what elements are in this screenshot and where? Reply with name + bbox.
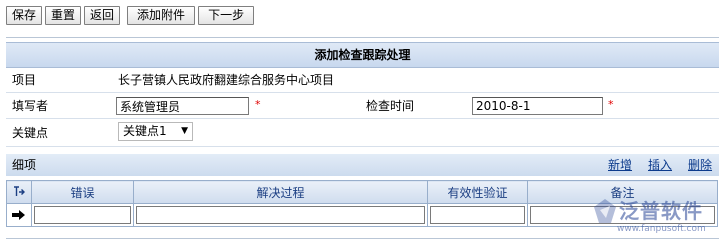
row-pointer-icon	[12, 210, 25, 220]
row-selector-header[interactable]	[6, 180, 32, 204]
project-value: 长子营镇人民政府翻建综合服务中心项目	[118, 73, 335, 87]
validation-cell	[427, 203, 528, 227]
form-title: 添加检查跟踪处理	[6, 42, 719, 68]
required-marker: *	[608, 98, 614, 111]
error-input[interactable]	[34, 206, 131, 224]
key-point-label: 关键点	[12, 126, 49, 140]
column-header-resolution: 解决过程	[133, 180, 428, 204]
filler-label: 填写者	[12, 99, 49, 113]
next-step-button[interactable]: 下一步	[198, 6, 255, 25]
details-label: 细项	[12, 158, 37, 172]
divider	[6, 37, 719, 38]
details-header: 细项 新增 插入 删除	[6, 154, 719, 176]
check-time-label: 检查时间	[366, 99, 415, 113]
key-point-row: 关键点 关键点1 ▼	[6, 120, 719, 147]
watermark-logo: 泛普软件 www.fanpusoft.com	[593, 198, 717, 240]
add-row-link[interactable]: 新增	[608, 154, 632, 176]
filler-row: 填写者 * 检查时间 *	[6, 94, 719, 119]
watermark-brand: 泛普软件	[619, 199, 703, 223]
save-button[interactable]: 保存	[6, 6, 43, 25]
watermark-url: www.fanpusoft.com	[617, 224, 706, 234]
chevron-down-icon: ▼	[181, 126, 188, 136]
current-row-indicator	[6, 203, 32, 227]
key-point-selected: 关键点1	[123, 124, 167, 138]
back-button[interactable]: 返回	[84, 6, 121, 25]
required-marker: *	[255, 98, 261, 111]
project-row: 项目 长子营镇人民政府翻建综合服务中心项目	[6, 68, 719, 93]
corner-arrow-icon	[14, 186, 25, 196]
project-label: 项目	[12, 73, 37, 87]
insert-row-link[interactable]: 插入	[648, 154, 672, 176]
resolution-cell	[133, 203, 428, 227]
add-attachment-button[interactable]: 添加附件	[127, 6, 196, 25]
validation-input[interactable]	[430, 206, 525, 224]
column-header-validation: 有效性验证	[427, 180, 528, 204]
check-time-input[interactable]	[472, 97, 603, 115]
filler-input[interactable]	[116, 97, 249, 115]
brand-logo-icon	[594, 199, 616, 223]
toolbar: 保存 重置 返回 添加附件 下一步	[6, 6, 255, 25]
key-point-select[interactable]: 关键点1 ▼	[118, 122, 193, 141]
error-cell	[31, 203, 134, 227]
column-header-error: 错误	[31, 180, 134, 204]
resolution-input[interactable]	[136, 206, 425, 224]
reset-button[interactable]: 重置	[45, 6, 82, 25]
delete-row-link[interactable]: 删除	[688, 154, 712, 176]
